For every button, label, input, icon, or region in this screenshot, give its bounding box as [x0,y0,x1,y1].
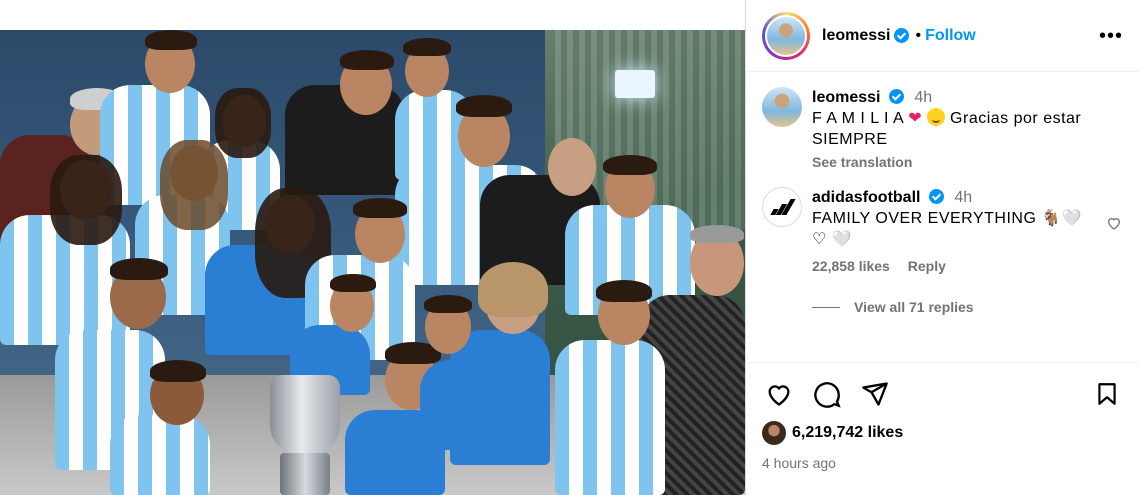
caption-time[interactable]: 4h [914,89,932,106]
author-username[interactable]: leomessi [822,27,890,45]
comment: adidasfootball 4h FAMILY OVER EVERYTHING… [762,187,1124,277]
posted-time[interactable]: 4 hours ago [762,455,1124,471]
person-hair [478,262,548,317]
person-shirt [420,360,480,450]
post-panel: leomessi • Follow ••• leomessi 4h F A M … [745,0,1139,495]
post-photo [0,30,745,495]
comment-avatar[interactable] [762,187,802,227]
caption-avatar[interactable] [762,87,802,127]
comment-body: adidasfootball 4h FAMILY OVER EVERYTHING… [812,187,1092,277]
person-hair [456,95,512,117]
copa-america-trophy [262,375,348,495]
verified-badge-icon [928,189,944,204]
caption-username[interactable]: leomessi [812,89,880,106]
person-hair [353,198,407,218]
post-header: leomessi • Follow ••• [746,0,1139,72]
author-avatar[interactable] [762,11,810,60]
smile-emoji-icon [927,108,946,126]
red-heart-emoji-icon: ❤ [908,110,923,127]
person-hair [110,258,168,280]
liker-avatar[interactable] [762,421,786,445]
person-head [548,138,596,196]
see-translation-link[interactable]: See translation [812,152,1124,173]
comment-heart-icon[interactable] [1106,215,1122,236]
person-hair [145,30,197,50]
verified-badge-icon [894,28,910,43]
comment-text: FAMILY OVER EVERYTHING 🐐🤍♡ 🤍 [812,210,1083,248]
caption: leomessi 4h F A M I L I A ❤ Gracias por … [762,87,1124,173]
comment-icon[interactable] [810,377,844,411]
adidas-logo-icon [770,199,796,215]
heart-icon[interactable] [762,377,796,411]
person-hair [160,140,228,230]
author-avatar-image [765,14,807,57]
action-row [762,377,1124,411]
trophy-base [280,453,330,495]
person-hair [215,88,271,158]
person-shirt [555,340,665,495]
view-replies-link[interactable]: View all 71 replies [812,299,1124,315]
more-icon[interactable]: ••• [1099,26,1123,46]
verified-badge-icon [888,89,904,104]
trophy-cup [270,375,340,455]
comment-time[interactable]: 4h [954,189,972,206]
caption-text-part1: F A M I L I A [812,110,904,127]
person-hair [330,274,376,292]
person-hair [603,155,657,175]
caption-text: F A M I L I A ❤ Gracias por estar SIEMPR… [812,108,1124,150]
post-media[interactable] [0,0,745,495]
post-actions: 6,219,742 likes 4 hours ago [746,362,1139,495]
follow-button[interactable]: Follow [925,27,976,45]
person-hair [340,50,394,70]
likes-row: 6,219,742 likes [762,421,1124,445]
bookmark-icon[interactable] [1090,377,1124,411]
person-shirt [110,415,210,495]
comments-section: leomessi 4h F A M I L I A ❤ Gracias por … [746,73,1139,361]
person-hair [403,38,451,56]
person-hair [690,225,744,243]
separator-dot: • [915,26,922,44]
likes-count[interactable]: 6,219,742 likes [792,424,903,442]
comment-username[interactable]: adidasfootball [812,189,920,206]
person-hair [150,360,206,382]
person-hair [50,155,122,245]
send-icon[interactable] [858,377,892,411]
stadium-screen [615,70,655,98]
comment-meta: 22,858 likes Reply [812,256,1092,277]
person-hair [596,280,652,302]
person-hair [424,295,472,313]
comment-likes[interactable]: 22,858 likes [812,258,890,274]
caption-body: leomessi 4h F A M I L I A ❤ Gracias por … [812,87,1124,173]
reply-button[interactable]: Reply [908,258,946,274]
